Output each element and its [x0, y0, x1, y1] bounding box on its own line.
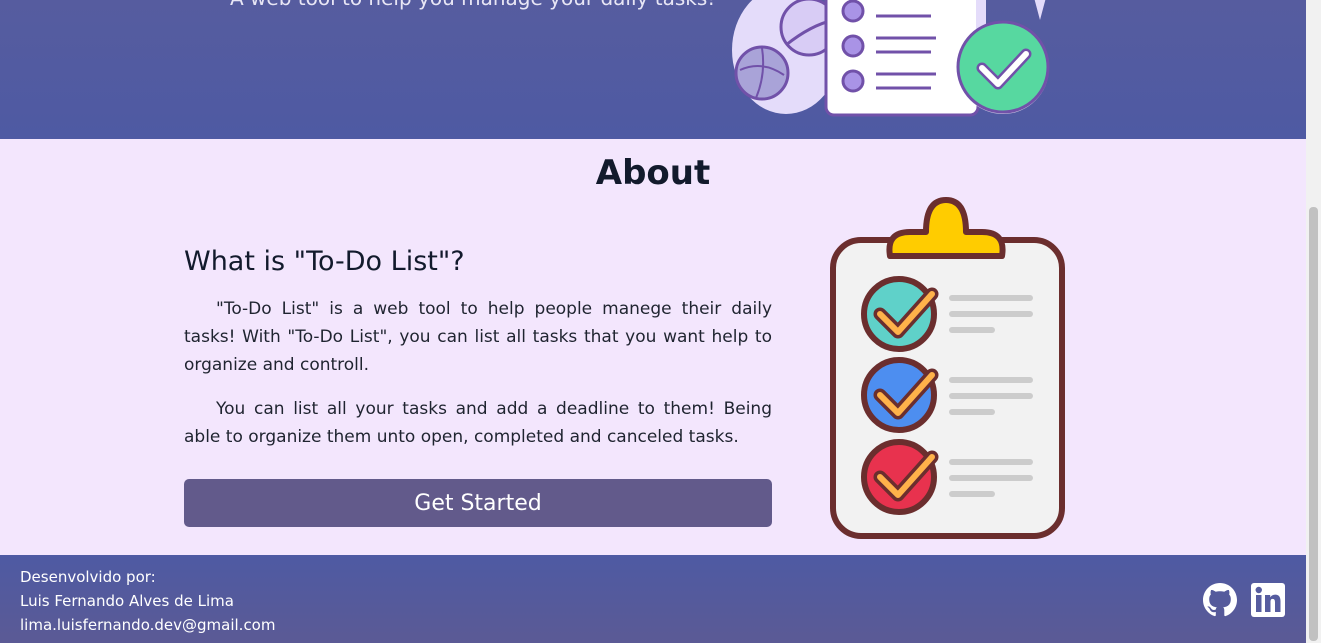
about-section: About What is "To-Do List"? "To-Do List"…: [0, 139, 1306, 555]
author-name: Luis Fernando Alves de Lima: [20, 592, 234, 610]
scrollbar-thumb[interactable]: [1309, 207, 1318, 641]
about-paragraph: You can list all your tasks and add a de…: [184, 399, 772, 447]
credit-label: Desenvolvido por:: [20, 568, 156, 586]
github-icon: [1203, 583, 1237, 617]
about-title: About: [595, 153, 711, 193]
author-email: lima.luisfernando.dev@gmail.com: [20, 616, 276, 634]
page-scrollbar[interactable]: [1306, 0, 1321, 643]
hero-tagline: A web tool to help you manage your daily…: [230, 0, 715, 10]
github-link[interactable]: [1202, 582, 1238, 622]
linkedin-icon: [1251, 583, 1285, 617]
footer-credits: Desenvolvido por: Luis Fernando Alves de…: [20, 565, 275, 637]
linkedin-link[interactable]: [1250, 582, 1286, 622]
about-subtitle: What is "To-Do List"?: [184, 246, 465, 277]
about-paragraph: "To-Do List" is a web tool to help peopl…: [184, 299, 772, 375]
about-text: What is "To-Do List"? "To-Do List" is a …: [184, 245, 772, 451]
clipboard-checklist-icon: [830, 197, 1065, 539]
hero-banner: A web tool to help you manage your daily…: [0, 0, 1306, 139]
get-started-button[interactable]: Get Started: [184, 479, 772, 527]
footer: Desenvolvido por: Luis Fernando Alves de…: [0, 555, 1306, 643]
todo-checklist-illustration: [732, 0, 1050, 117]
